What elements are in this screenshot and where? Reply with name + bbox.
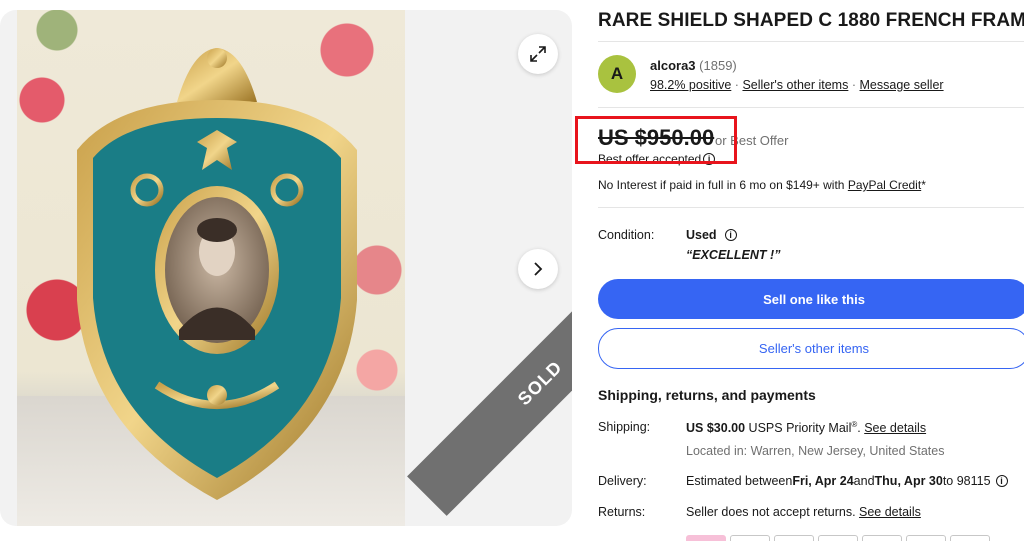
product-photo[interactable]	[17, 10, 405, 526]
returns-text: Seller does not accept returns.	[686, 505, 860, 519]
chevron-right-icon	[534, 262, 543, 276]
condition-note: “EXCELLENT !”	[686, 248, 781, 262]
info-icon[interactable]: i	[724, 229, 737, 241]
shipping-value: US $30.00 USPS Priority Mail®. See detai…	[686, 420, 927, 436]
delivery-start-date: Fri, Apr 24	[792, 474, 854, 488]
shipping-cost: US $30.00	[686, 421, 746, 436]
financing-suffix: *	[921, 178, 926, 192]
seller-positive-link[interactable]: 98.2% positive	[650, 78, 731, 92]
delivery-zip: to 98115	[942, 474, 991, 488]
divider	[598, 207, 1024, 208]
payment-method-icon	[862, 535, 902, 541]
expand-icon	[530, 46, 546, 62]
registered-mark: ®	[851, 420, 858, 429]
payment-method-icon	[906, 535, 946, 541]
listing-info-panel: RARE SHIELD SHAPED C 1880 FRENCH FRAME A…	[598, 0, 1024, 541]
sell-one-like-this-button[interactable]: Sell one like this	[598, 279, 1024, 319]
payment-methods-row	[686, 535, 990, 541]
seller-feedback-count[interactable]: (1859)	[699, 58, 737, 73]
financing-text: No Interest if paid in full in 6 mo on $…	[598, 178, 848, 192]
shipping-section-heading: Shipping, returns, and payments	[598, 387, 816, 403]
delivery-and: and	[853, 474, 875, 488]
seller-links: 98.2% positive · Seller's other items · …	[650, 78, 944, 92]
delivery-label: Delivery:	[598, 474, 647, 488]
seller-other-items-link[interactable]: Seller's other items	[742, 78, 848, 92]
expand-image-button[interactable]	[518, 34, 558, 74]
returns-label: Returns:	[598, 505, 646, 519]
shipping-service: USPS Priority Mail	[745, 421, 852, 436]
listing-title: RARE SHIELD SHAPED C 1880 FRENCH FRAME	[598, 10, 1024, 31]
item-location: Located in: Warren, New Jersey, United S…	[686, 444, 945, 458]
financing-line: No Interest if paid in full in 6 mo on $…	[598, 178, 926, 192]
condition-value-line: Used i	[686, 228, 737, 242]
payment-method-icon	[950, 535, 990, 541]
returns-see-details-link[interactable]: See details	[859, 505, 921, 519]
sold-ribbon: SOLD	[407, 250, 572, 516]
delivery-end-date: Thu, Apr 30	[874, 474, 943, 488]
payment-method-icon	[818, 535, 858, 541]
payment-method-icon	[686, 535, 726, 541]
payment-method-icon	[774, 535, 814, 541]
seller-name[interactable]: alcora3	[650, 58, 696, 73]
condition-label: Condition:	[598, 228, 655, 242]
paypal-credit-link[interactable]: PayPal Credit	[848, 178, 921, 192]
seller-name-line: alcora3 (1859)	[650, 58, 737, 73]
price-highlight-box	[575, 116, 737, 164]
condition-value: Used	[686, 228, 717, 242]
separator-dot: ·	[734, 78, 739, 92]
image-gallery: SOLD	[0, 10, 572, 526]
separator-dot: ·	[851, 78, 857, 92]
shipping-label: Shipping:	[598, 420, 651, 434]
shipping-see-details-link[interactable]: See details	[864, 421, 926, 435]
next-image-button[interactable]	[518, 249, 558, 289]
shield-frame-image	[77, 48, 357, 500]
info-icon[interactable]: i	[995, 475, 1008, 487]
message-seller-link[interactable]: Message seller	[860, 78, 944, 92]
divider	[598, 107, 1024, 108]
seller-avatar[interactable]: A	[598, 55, 636, 93]
returns-value: Seller does not accept returns. See deta…	[686, 505, 921, 519]
delivery-value: Estimated between Fri, Apr 24 and Thu, A…	[686, 474, 1008, 488]
payment-method-icon	[730, 535, 770, 541]
sellers-other-items-button[interactable]: Seller's other items	[598, 328, 1024, 369]
divider	[598, 41, 1024, 42]
delivery-prefix: Estimated between	[686, 474, 793, 488]
